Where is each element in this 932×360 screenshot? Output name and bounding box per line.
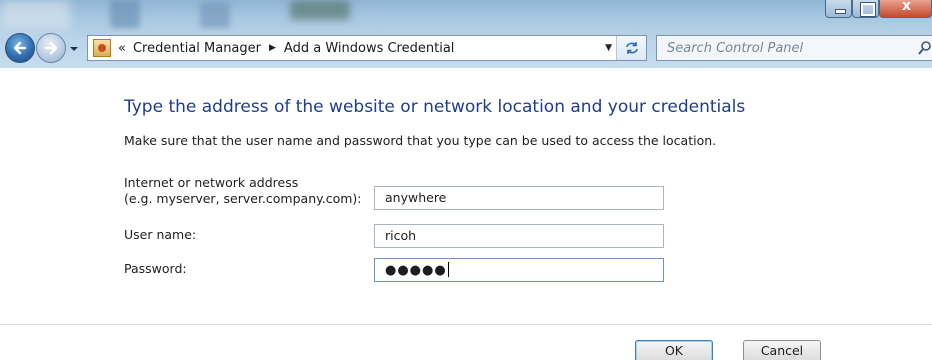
forward-arrow-icon bbox=[44, 41, 58, 55]
title-bar: « Credential Manager ▶ Add a Windows Cre… bbox=[0, 0, 932, 68]
minimize-button[interactable] bbox=[825, 0, 852, 18]
ok-button[interactable]: OK bbox=[635, 340, 713, 360]
search-box[interactable]: Search Control Panel bbox=[656, 35, 932, 61]
search-placeholder[interactable]: Search Control Panel bbox=[667, 41, 803, 56]
background-blur bbox=[110, 0, 140, 28]
breadcrumb-overflow[interactable]: « bbox=[118, 41, 126, 56]
refresh-icon bbox=[625, 42, 638, 54]
address-label-line2: (e.g. myserver, server.company.com): bbox=[124, 191, 362, 206]
background-blur bbox=[290, 0, 350, 20]
forward-button[interactable] bbox=[36, 33, 66, 63]
maximize-button[interactable] bbox=[852, 0, 879, 18]
address-bar[interactable]: « Credential Manager ▶ Add a Windows Cre… bbox=[87, 35, 647, 61]
text-cursor bbox=[447, 262, 449, 277]
password-input[interactable]: ●●●●● bbox=[374, 258, 664, 282]
breadcrumb-credential-manager[interactable]: Credential Manager bbox=[133, 41, 261, 56]
page-description: Make sure that the user name and passwor… bbox=[124, 133, 717, 148]
password-mask: ●●●●● bbox=[385, 263, 447, 278]
page-title: Type the address of the website or netwo… bbox=[124, 97, 746, 117]
cancel-button[interactable]: Cancel bbox=[743, 340, 821, 360]
control-panel-icon bbox=[93, 39, 111, 57]
back-arrow-icon bbox=[13, 41, 27, 55]
search-icon[interactable] bbox=[918, 40, 932, 56]
back-button[interactable] bbox=[5, 33, 35, 63]
refresh-button[interactable] bbox=[616, 36, 646, 60]
address-dropdown-icon[interactable]: ▼ bbox=[605, 43, 612, 53]
address-label: Internet or network address (e.g. myserv… bbox=[124, 175, 362, 207]
footer-divider bbox=[0, 324, 932, 325]
address-input[interactable]: anywhere bbox=[374, 186, 664, 210]
username-input[interactable]: ricoh bbox=[374, 224, 664, 248]
background-blur bbox=[200, 2, 230, 28]
breadcrumb-arrow-icon[interactable]: ▶ bbox=[269, 43, 276, 53]
glass-background bbox=[0, 0, 70, 30]
address-label-line1: Internet or network address bbox=[124, 175, 299, 190]
breadcrumb-add-windows-credential[interactable]: Add a Windows Credential bbox=[284, 41, 454, 56]
password-label: Password: bbox=[124, 261, 187, 276]
recent-pages-dropdown-icon[interactable] bbox=[69, 44, 79, 54]
username-label: User name: bbox=[124, 227, 197, 242]
close-button[interactable] bbox=[879, 0, 932, 18]
